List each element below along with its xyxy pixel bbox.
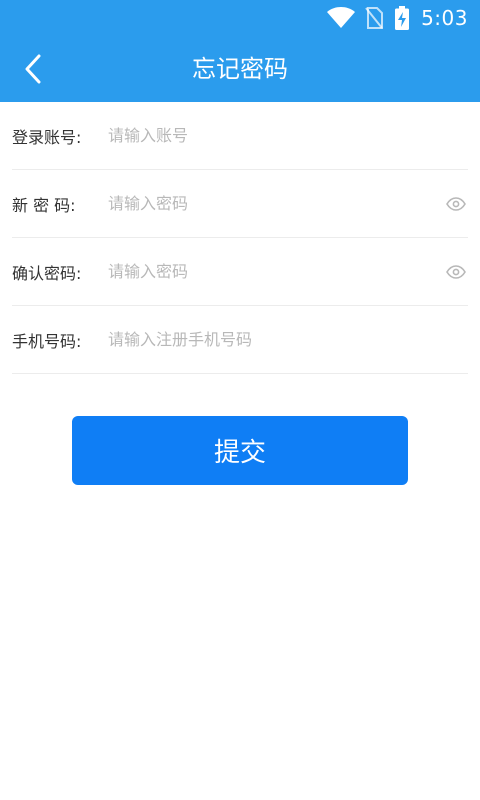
status-time: 5:03 xyxy=(421,6,468,30)
toolbar: 忘记密码 xyxy=(0,36,480,102)
status-icons: 5:03 xyxy=(327,5,468,31)
wifi-icon xyxy=(327,7,356,28)
confirm-password-label: 确认密码: xyxy=(12,263,82,283)
account-label: 登录账号: xyxy=(12,127,82,147)
phone-input[interactable] xyxy=(108,319,468,360)
new-password-label: 新 密 码: xyxy=(12,195,76,215)
eye-icon xyxy=(446,196,466,211)
confirm-password-row: 确认密码: xyxy=(12,238,468,306)
account-input[interactable] xyxy=(108,115,468,156)
new-password-row: 新 密 码: xyxy=(12,170,468,238)
page-title: 忘记密码 xyxy=(192,55,288,83)
phone-label: 手机号码: xyxy=(12,331,82,351)
status-bar: 5:03 xyxy=(0,0,480,36)
confirm-password-visibility-toggle[interactable] xyxy=(444,260,468,284)
new-password-visibility-toggle[interactable] xyxy=(444,192,468,216)
eye-icon xyxy=(446,264,466,279)
phone-row: 手机号码: xyxy=(12,306,468,374)
app-header: 5:03 忘记密码 xyxy=(0,0,480,102)
account-row: 登录账号: xyxy=(12,102,468,170)
submit-button[interactable]: 提交 xyxy=(72,416,408,485)
battery-charging-icon xyxy=(395,6,410,30)
new-password-input[interactable] xyxy=(108,183,444,224)
no-sim-icon xyxy=(365,7,384,29)
confirm-password-input[interactable] xyxy=(108,251,444,292)
reset-password-form: 登录账号: 新 密 码: 确认密码: 手机号码: xyxy=(12,102,468,374)
